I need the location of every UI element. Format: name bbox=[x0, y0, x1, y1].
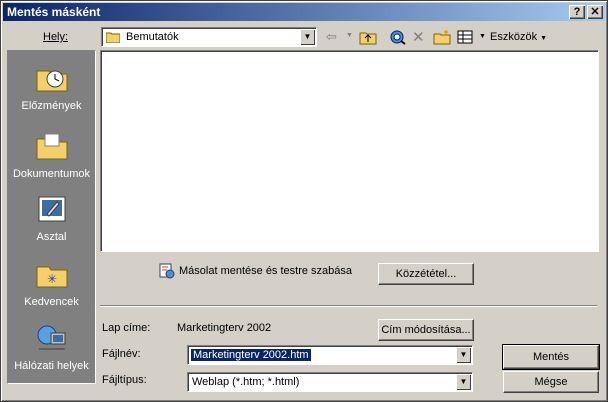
tools-label: Eszközök bbox=[490, 31, 538, 43]
close-button[interactable]: ✕ bbox=[587, 5, 603, 19]
location-label-text: Hely: bbox=[43, 31, 69, 43]
network-places-icon bbox=[37, 325, 65, 350]
tools-dropdown-icon: ▼ bbox=[540, 35, 548, 42]
folder-icon bbox=[105, 31, 121, 46]
save-as-dialog: Mentés másként ? ✕ Hely: Bemutatók ▼ ⇦ ▼… bbox=[0, 0, 608, 402]
views-icon[interactable] bbox=[457, 30, 473, 47]
places-item-desktop[interactable]: Asztal bbox=[8, 194, 95, 243]
location-label: Hely: bbox=[43, 31, 68, 43]
places-item-history[interactable]: Előzmények bbox=[8, 63, 95, 112]
page-title-label: Lap címe: bbox=[102, 322, 151, 334]
places-bar: Előzmények Dokumentumok Asztal ✳ Kedvenc… bbox=[7, 50, 96, 384]
places-label-network: Hálózati helyek bbox=[14, 360, 89, 372]
places-label-favorites: Kedvencek bbox=[24, 296, 79, 308]
location-dropdown[interactable]: Bemutatók ▼ bbox=[101, 27, 317, 47]
new-folder-icon[interactable] bbox=[433, 29, 451, 48]
filetype-dropdown[interactable]: Weblap (*.htm; *.html) ▼ bbox=[187, 372, 473, 392]
file-list[interactable] bbox=[100, 50, 599, 252]
copy-customize-link[interactable]: Másolat mentése és testre szabása bbox=[179, 265, 352, 277]
places-item-documents[interactable]: Dokumentumok bbox=[8, 131, 95, 180]
chevron-down-icon[interactable]: ▼ bbox=[456, 347, 471, 363]
window-title: Mentés másként bbox=[7, 5, 101, 19]
cancel-button[interactable]: Mégse bbox=[503, 371, 599, 393]
title-bar[interactable]: Mentés másként ? ✕ bbox=[3, 3, 605, 21]
location-value: Bemutatók bbox=[126, 31, 179, 43]
places-item-favorites[interactable]: ✳ Kedvencek bbox=[8, 259, 95, 308]
filename-input[interactable]: Marketingterv 2002.htm bbox=[191, 349, 311, 361]
places-label-documents: Dokumentumok bbox=[12, 168, 91, 180]
places-item-network[interactable]: Hálózati helyek bbox=[8, 323, 95, 372]
desktop-icon bbox=[38, 196, 65, 222]
save-button[interactable]: Mentés bbox=[502, 344, 600, 370]
filename-label: Fájlnév: bbox=[102, 348, 141, 360]
back-arrow-icon[interactable]: ⇦ bbox=[326, 29, 337, 45]
separator bbox=[100, 305, 597, 307]
delete-icon[interactable]: ✕ bbox=[412, 28, 425, 46]
chevron-down-icon[interactable]: ▼ bbox=[456, 374, 471, 390]
tools-menu[interactable]: Eszközök ▼ bbox=[490, 31, 547, 43]
filetype-value: Weblap (*.htm; *.html) bbox=[192, 376, 300, 388]
filetype-label: Fájltípus: bbox=[102, 374, 147, 386]
svg-text:✳: ✳ bbox=[46, 272, 56, 286]
places-label-history: Előzmények bbox=[21, 100, 82, 112]
back-dropdown-icon[interactable]: ▼ bbox=[346, 32, 353, 39]
search-web-icon[interactable] bbox=[389, 29, 407, 48]
change-title-button[interactable]: Cím módosítása... bbox=[378, 319, 474, 341]
history-clock-folder-icon bbox=[36, 70, 67, 92]
publish-button[interactable]: Közzététel... bbox=[378, 263, 474, 285]
page-title-value: Marketingterv 2002 bbox=[177, 322, 272, 334]
help-button[interactable]: ? bbox=[569, 5, 585, 19]
web-page-icon bbox=[159, 263, 175, 282]
views-dropdown-icon[interactable]: ▼ bbox=[479, 33, 486, 40]
up-folder-icon[interactable] bbox=[359, 29, 377, 48]
places-label-desktop: Asztal bbox=[36, 231, 67, 243]
documents-folder-icon bbox=[36, 133, 67, 160]
favorites-folder-icon: ✳ bbox=[36, 266, 67, 288]
filename-combobox[interactable]: Marketingterv 2002.htm ▼ bbox=[187, 345, 473, 365]
chevron-down-icon[interactable]: ▼ bbox=[300, 29, 315, 45]
